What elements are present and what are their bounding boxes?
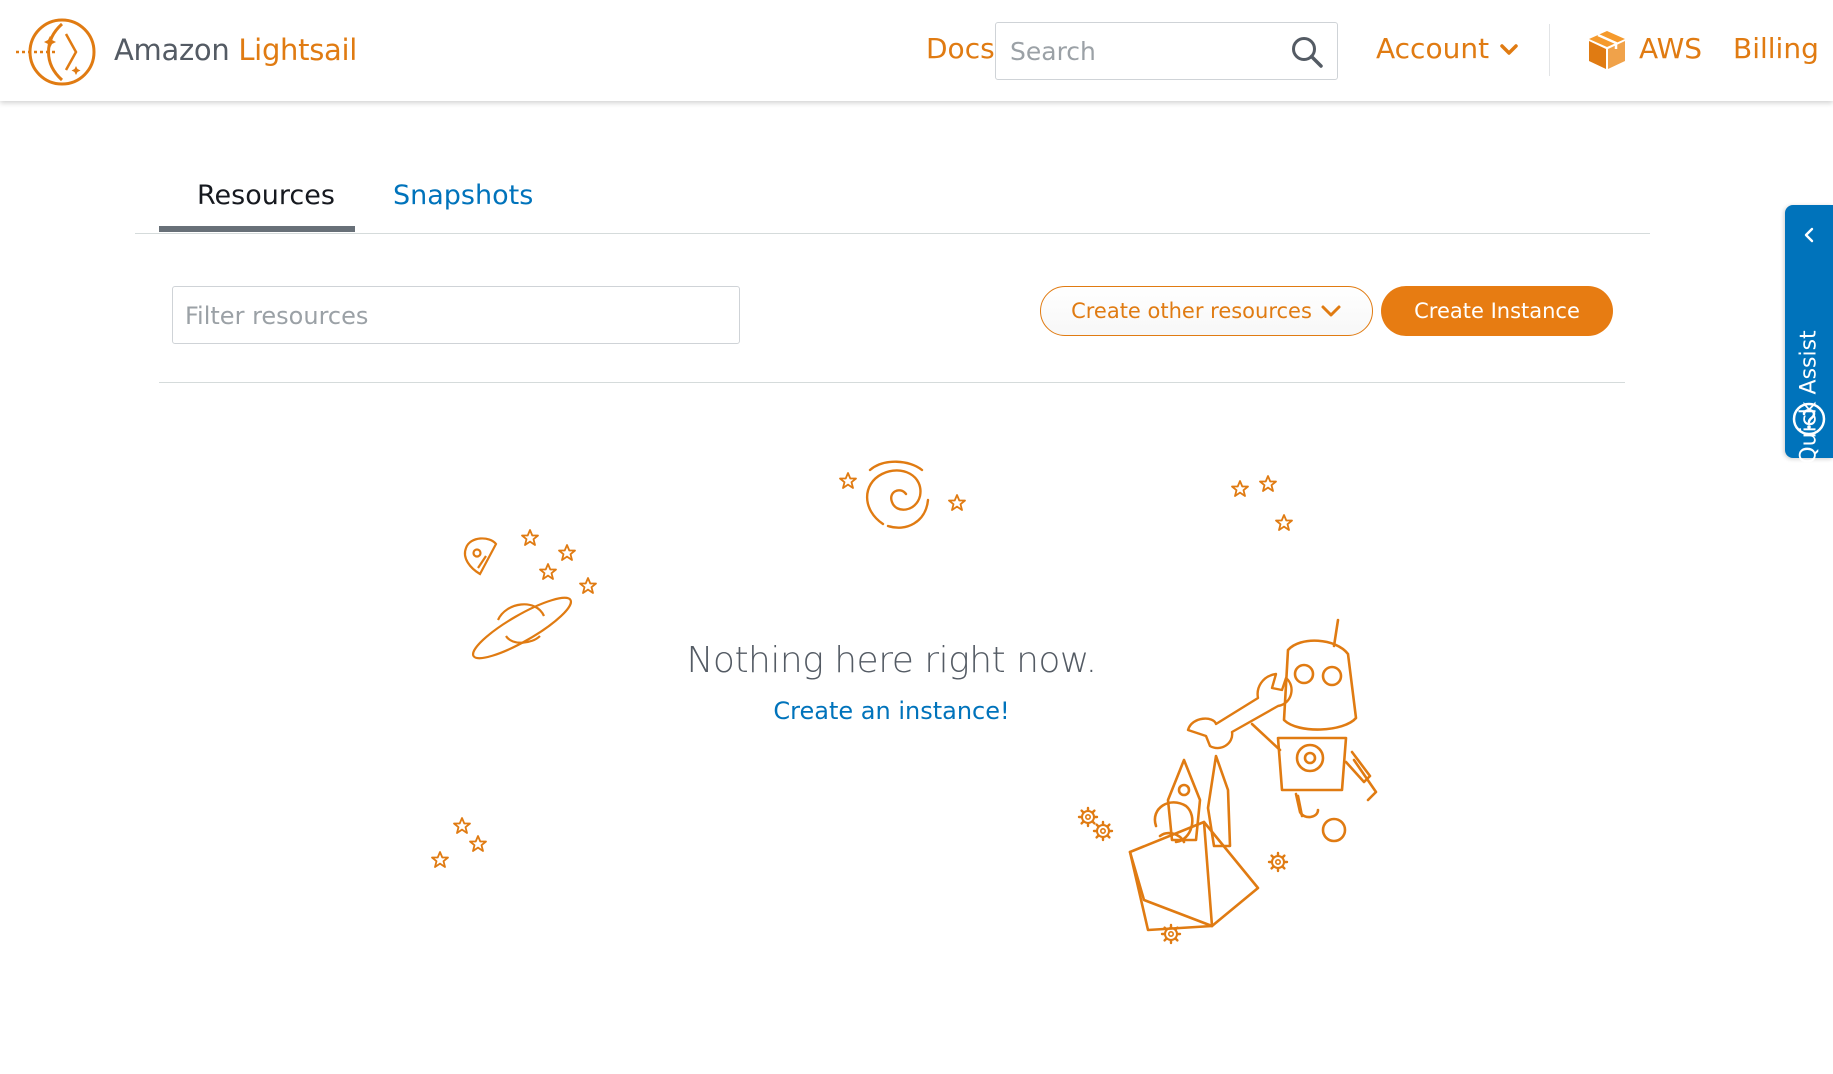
star-icon [539,563,557,580]
account-label: Account [1376,32,1490,65]
active-tab-indicator [159,226,355,232]
tab-resources[interactable]: Resources [197,180,335,211]
top-navigation-bar: Amazon Lightsail Docs Account AWS Billin… [0,0,1833,101]
filter-box [172,286,740,344]
empty-state-illustration [431,460,1378,945]
account-menu[interactable]: Account [1376,32,1519,65]
aws-link[interactable]: AWS [1639,32,1702,65]
docs-link[interactable]: Docs [926,32,995,65]
brand-prefix: Amazon [114,33,239,67]
app-title[interactable]: Amazon Lightsail [114,33,357,67]
create-instance-button[interactable]: Create Instance [1381,286,1613,336]
search-box [995,22,1338,80]
billing-link[interactable]: Billing [1733,32,1819,65]
create-other-resources-label: Create other resources [1071,299,1312,323]
aws-box-icon[interactable] [1586,29,1628,71]
toolbar-divider [159,382,1625,383]
create-other-resources-button[interactable]: Create other resources [1040,286,1373,336]
chevron-left-icon[interactable] [1799,225,1819,245]
search-icon[interactable] [1290,35,1324,69]
create-instance-link[interactable]: Create an instance! [0,697,1783,725]
tab-snapshots[interactable]: Snapshots [393,180,533,211]
star-icon [469,835,487,852]
gear-icon [1160,923,1182,945]
star-icon [431,851,449,868]
brand-accent: Lightsail [238,33,357,67]
star-icon [948,494,966,511]
star-icon [1231,480,1249,497]
galaxy-icon [866,460,930,529]
quick-assist-panel-tab[interactable]: Quick Assist [1785,205,1833,464]
box-with-rockets-icon [1128,754,1260,932]
chevron-down-icon [1500,44,1518,55]
star-icon [1275,514,1293,531]
gear-icon [1267,851,1289,873]
star-icon [839,472,857,489]
tabs-divider [135,233,1650,234]
star-icon [453,817,471,834]
star-icon [558,544,576,561]
capsule-icon [463,537,498,576]
question-circle-icon [1792,402,1826,436]
empty-state-title: Nothing here right now. [686,640,1097,681]
search-input[interactable] [1010,33,1280,69]
star-icon [1259,475,1277,492]
star-icon [521,529,539,546]
star-icon [579,577,597,594]
gear-icon [1092,820,1114,842]
quick-assist-label: Quick Assist [1796,330,1822,464]
gear-icon [1077,806,1099,828]
nav-divider [1549,24,1550,76]
lightsail-logo-icon[interactable] [14,16,98,88]
chevron-down-icon [1321,305,1341,317]
filter-resources-input[interactable] [185,299,705,333]
